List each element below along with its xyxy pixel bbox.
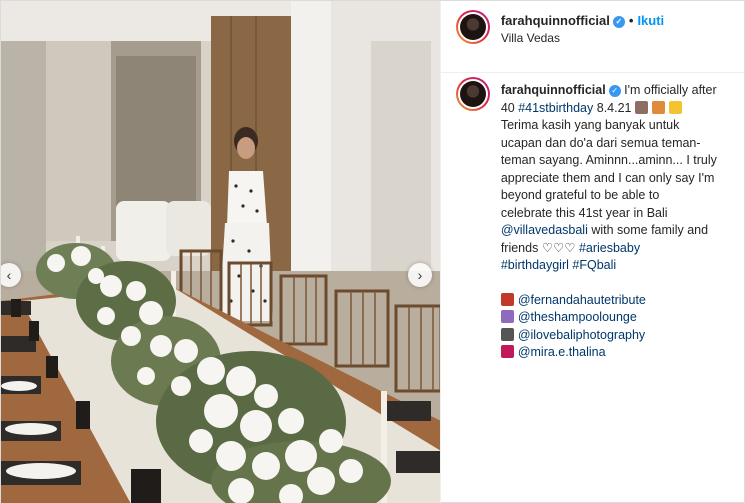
- credit-item: @theshampoolounge: [500, 309, 741, 327]
- caption-line: friends: [500, 240, 539, 255]
- verified-badge-icon: ✓: [612, 15, 625, 28]
- profile-photo: [459, 81, 486, 107]
- hashtag-link[interactable]: #FQbali: [572, 258, 616, 272]
- profile-photo: [459, 14, 486, 40]
- post-sidebar: farahquinnofficial ✓ • Ikuti Villa Vedas fa…: [439, 1, 744, 503]
- header-user-row: farahquinnofficial ✓ • Ikuti: [501, 13, 664, 28]
- credit-item: @ilovebaliphotography: [500, 327, 741, 345]
- woman-icon: [500, 310, 514, 323]
- mention-link[interactable]: @ilovebaliphotography: [518, 328, 645, 342]
- caption-avatar[interactable]: [455, 77, 490, 111]
- caption-line: beyond grateful to be able to: [500, 188, 660, 202]
- mention-link[interactable]: @mira.e.thalina: [518, 345, 606, 359]
- caption-line: I'm officially after: [624, 83, 717, 97]
- username-link[interactable]: farahquinnofficial: [501, 13, 610, 28]
- credit-item: @fernandahautetribute: [500, 292, 741, 310]
- chevron-left-icon: ‹: [6, 267, 12, 283]
- credit-item: @mira.e.thalina: [500, 344, 741, 362]
- caption-line: Terima kasih yang banyak untuk: [500, 118, 680, 132]
- post-photo[interactable]: ‹ ›: [1, 1, 440, 503]
- post-header: farahquinnofficial ✓ • Ikuti Villa Vedas: [440, 1, 744, 73]
- hearts-icon: ♡♡♡: [541, 240, 576, 255]
- hashtag-link[interactable]: #ariesbaby: [579, 241, 640, 255]
- caption-username-link[interactable]: farahquinnofficial: [501, 83, 606, 97]
- mention-link[interactable]: @theshampoolounge: [518, 310, 637, 324]
- caption-line: celebrate this 41st year in Bali: [500, 205, 668, 220]
- hashtag-link[interactable]: #41stbirthday: [518, 101, 593, 115]
- birthday-table-photo: [1, 1, 440, 503]
- caption-line: teman sayang. Aminnn...aminn... I truly: [500, 153, 717, 167]
- caption-line: 40: [500, 100, 515, 115]
- follow-button[interactable]: Ikuti: [637, 13, 664, 28]
- avatar[interactable]: [455, 10, 490, 44]
- party-face-icon: [669, 100, 682, 114]
- caption-line: appreciate them and I can only say I'm: [500, 170, 715, 185]
- mention-link[interactable]: @fernandahautetribute: [518, 293, 646, 307]
- camera-icon: [500, 327, 514, 341]
- caption-text: farahquinnofficial ✓ I'm officially after…: [500, 82, 741, 362]
- location-link[interactable]: Villa Vedas: [501, 31, 560, 45]
- cake-icon: [635, 100, 648, 114]
- credits-list: @fernandahautetribute @theshampoolounge …: [500, 292, 741, 362]
- caption-line: 8.4.21: [596, 100, 632, 115]
- separator-dot: •: [628, 13, 634, 28]
- hashtag-link[interactable]: #birthdaygirl: [501, 258, 569, 272]
- verified-badge-icon: ✓: [608, 84, 621, 97]
- lipstick-icon: [500, 345, 514, 358]
- next-photo-button[interactable]: ›: [408, 263, 432, 287]
- caption-line: ucapan dan do'a dari semua teman-: [500, 135, 701, 150]
- mention-link[interactable]: @villavedasbali: [501, 223, 588, 237]
- caption-line: with some family and: [591, 223, 709, 237]
- dress-icon: [500, 292, 514, 306]
- gift-icon: [652, 100, 665, 114]
- chevron-right-icon: ›: [417, 267, 423, 283]
- instagram-post: ‹ › farahquinnofficial ✓ • Ikuti Villa Veda…: [0, 0, 745, 503]
